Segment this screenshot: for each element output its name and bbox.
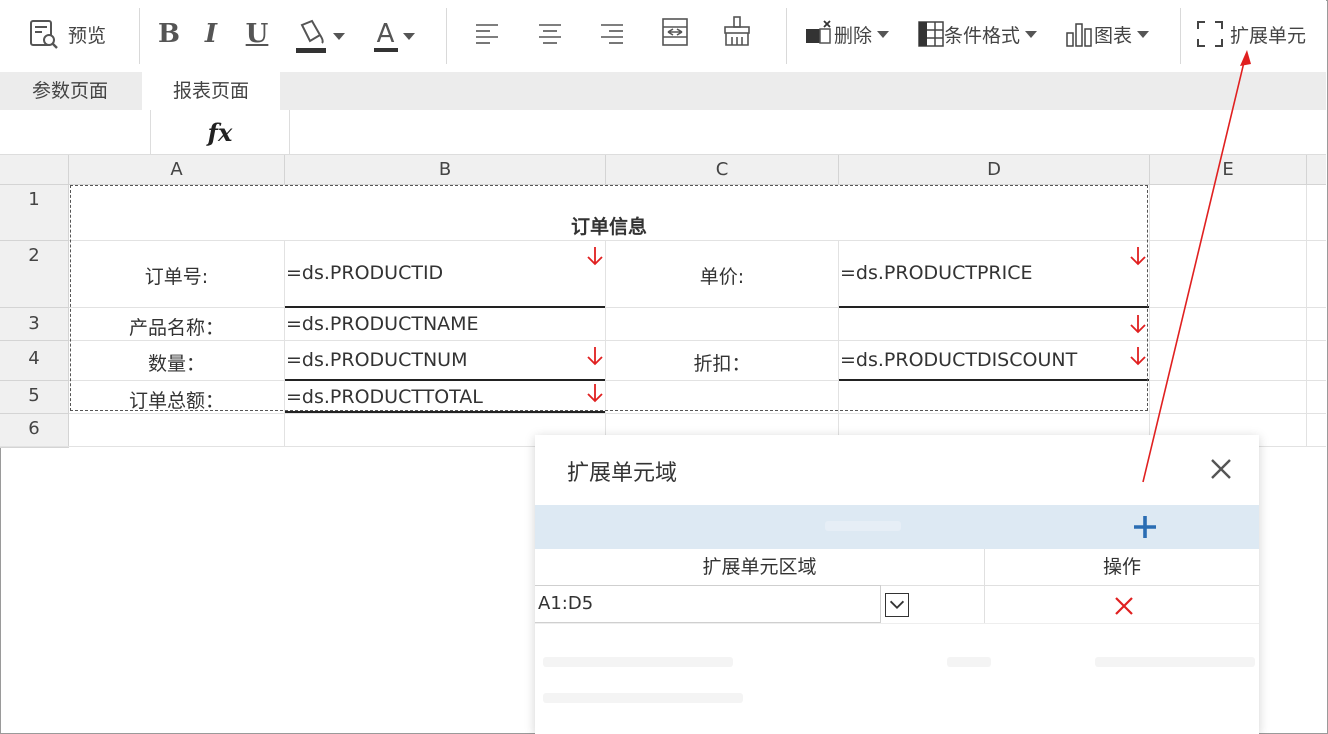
- row-header-1[interactable]: 1: [0, 185, 69, 241]
- font-color-icon: A: [376, 19, 395, 49]
- cell-border: [285, 411, 605, 413]
- column-header-d[interactable]: D: [839, 155, 1150, 185]
- delete-cell-icon: [806, 20, 831, 44]
- conditional-format-label: 条件格式: [944, 24, 1021, 47]
- chevron-down-icon: [1025, 30, 1038, 38]
- chevron-down-icon: [1137, 30, 1150, 38]
- column-header-c[interactable]: C: [606, 155, 839, 185]
- grid-corner[interactable]: [0, 155, 69, 185]
- tab-parameter-page[interactable]: 参数页面: [0, 72, 140, 110]
- column-header-a[interactable]: A: [69, 155, 285, 185]
- align-left-button[interactable]: [474, 20, 500, 46]
- faded-text: [825, 521, 901, 531]
- column-header-region: 扩展单元区域: [535, 549, 985, 586]
- faded-text: [1095, 657, 1255, 667]
- dialog-title: 扩展单元域: [567, 461, 678, 486]
- grid-line: [1306, 185, 1307, 447]
- fx-icon[interactable]: fx: [150, 110, 290, 154]
- bar-chart-icon: [1066, 23, 1092, 47]
- font-color-swatch: [373, 48, 398, 52]
- toolbar-divider: [446, 8, 447, 64]
- preview-label: 预览: [68, 24, 107, 47]
- row-header-4[interactable]: 4: [0, 341, 69, 381]
- align-center-button[interactable]: [537, 20, 563, 46]
- fill-color-button[interactable]: [290, 16, 348, 56]
- grid-line: [1149, 185, 1150, 447]
- brush-icon: [724, 16, 750, 46]
- faded-text: [947, 657, 991, 667]
- row-header-6[interactable]: 6: [0, 414, 69, 448]
- sheet-tabs: 参数页面 报表页面: [0, 72, 1326, 111]
- bold-button[interactable]: B: [154, 14, 184, 54]
- delete-label: 删除: [834, 24, 873, 47]
- align-right-button[interactable]: [599, 20, 625, 46]
- column-header-action: 操作: [985, 549, 1259, 586]
- column-header-e[interactable]: E: [1150, 155, 1307, 185]
- column-header-f[interactable]: [1307, 155, 1326, 185]
- toolbar-divider: [139, 8, 140, 64]
- align-center-icon: [539, 24, 561, 44]
- expand-cell-dialog: 扩展单元域 扩展单元区域 操作 A1:D5: [535, 435, 1259, 734]
- merge-cells-icon: [662, 18, 688, 46]
- toolbar-divider: [786, 8, 787, 64]
- merge-cells-button[interactable]: [660, 16, 690, 48]
- italic-button[interactable]: I: [198, 14, 224, 54]
- expand-cell-label: 扩展单元: [1230, 24, 1307, 47]
- font-color-button[interactable]: A: [368, 16, 420, 56]
- chevron-down-icon: [877, 30, 890, 38]
- select-region-icon[interactable]: [885, 593, 909, 617]
- delete-button[interactable]: 删除: [804, 14, 890, 54]
- region-input[interactable]: A1:D5: [535, 585, 881, 623]
- column-header-b[interactable]: B: [285, 155, 606, 185]
- formula-bar: fx: [0, 110, 1326, 155]
- table-divider: [535, 623, 1259, 624]
- expand-region-outline: [70, 185, 1148, 411]
- preview-icon: [30, 20, 58, 49]
- row-header-3[interactable]: 3: [0, 308, 69, 341]
- toolbar-divider: [1180, 8, 1181, 64]
- expand-frame-icon: [1197, 21, 1223, 47]
- align-left-icon: [476, 24, 498, 44]
- faded-text: [543, 693, 743, 703]
- grid-line: [69, 413, 1326, 414]
- clear-format-button[interactable]: [721, 14, 753, 48]
- delete-row-icon[interactable]: [1113, 595, 1135, 617]
- tab-report-page[interactable]: 报表页面: [142, 72, 280, 110]
- close-icon[interactable]: [1207, 455, 1235, 483]
- toolbar: 预览 B I U A 删除 条件格式 图表 扩展单元: [0, 0, 1326, 73]
- add-icon[interactable]: [1131, 513, 1159, 541]
- paint-bucket-icon: [295, 19, 326, 53]
- row-header-2[interactable]: 2: [0, 241, 69, 308]
- conditional-format-icon: [918, 21, 944, 47]
- chevron-down-icon: [332, 32, 345, 40]
- table-divider: [984, 585, 985, 623]
- underline-button[interactable]: U: [242, 14, 272, 54]
- row-header-5[interactable]: 5: [0, 381, 69, 414]
- chart-button[interactable]: 图表: [1066, 14, 1150, 54]
- align-right-icon: [601, 24, 623, 44]
- chart-label: 图表: [1094, 24, 1133, 47]
- expand-cell-button[interactable]: 扩展单元: [1196, 14, 1306, 54]
- conditional-format-button[interactable]: 条件格式: [918, 14, 1038, 54]
- chevron-down-icon: [402, 32, 415, 40]
- faded-text: [543, 657, 733, 667]
- preview-button[interactable]: 预览: [26, 12, 106, 56]
